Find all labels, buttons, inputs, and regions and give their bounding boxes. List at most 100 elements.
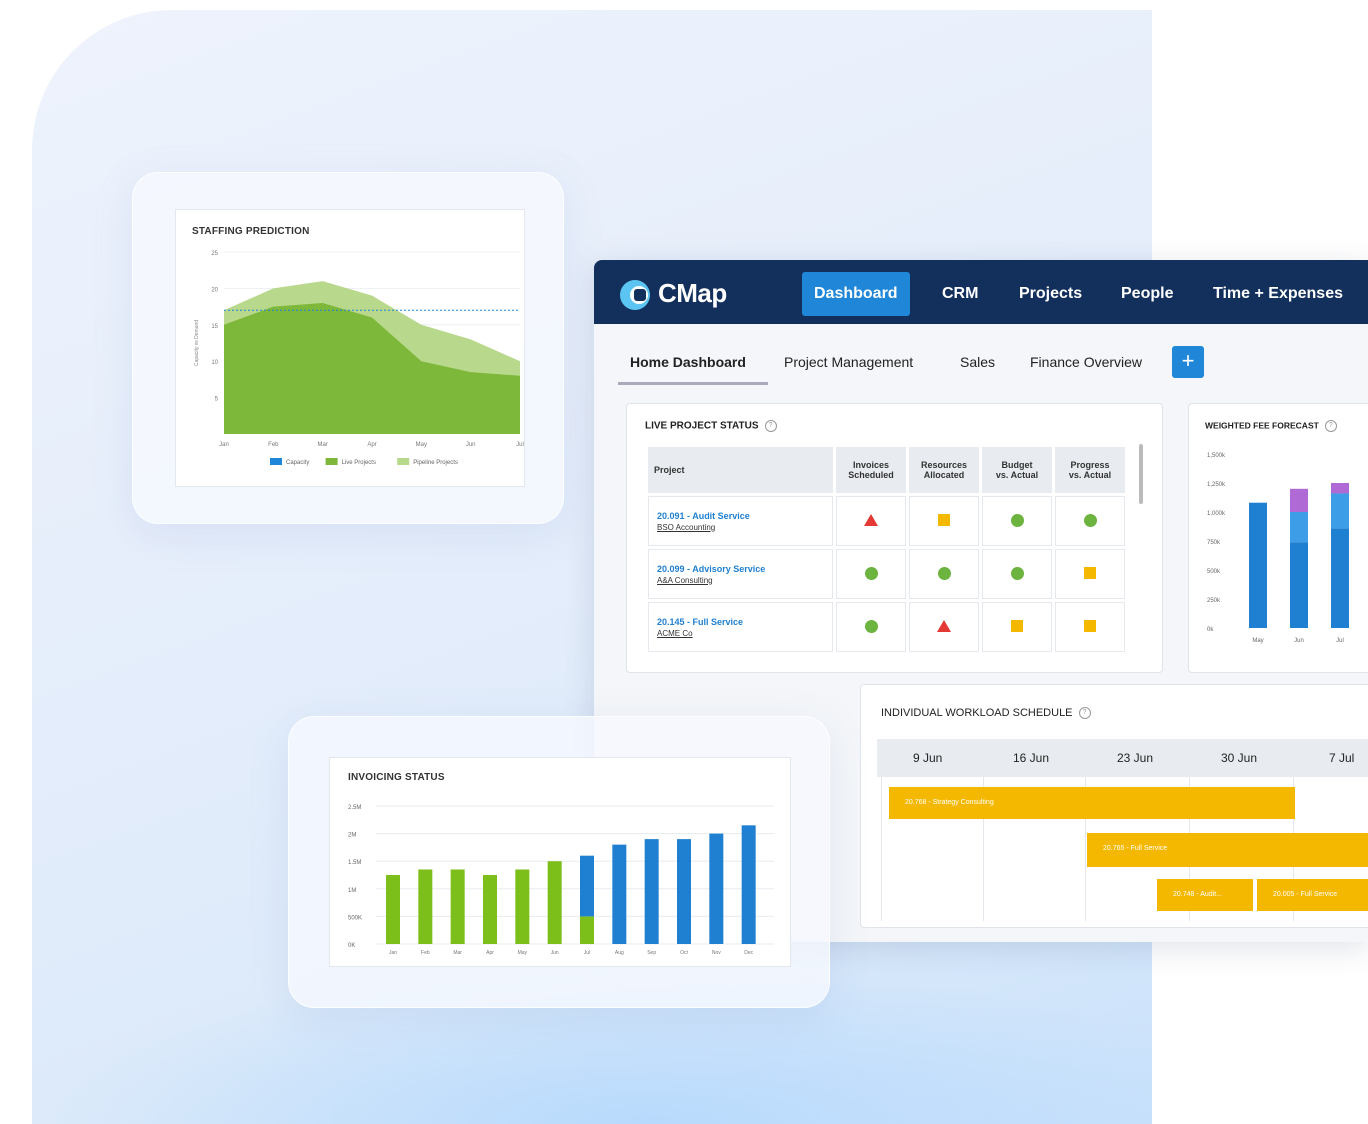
help-icon[interactable]: ? [764,420,777,432]
weighted-fee-forecast-panel: WEIGHTED FEE FORECAST? 1,500k 1,250k 1,000… [1188,403,1368,673]
green-circle-icon [1010,566,1024,580]
week-7-jul: 7 Jul [1329,751,1355,765]
amber-square-icon [1084,567,1096,579]
wff-bar-segment [1290,512,1308,543]
top-navbar: CMap Dashboard CRM Projects People Time … [594,260,1368,324]
staffing-xtick: Mar [317,442,327,448]
wff-ytick: 500k [1207,569,1221,575]
staffing-ytick: 10 [211,360,218,366]
invoicing-xtick: Jun [551,950,559,956]
status-cell [909,602,979,652]
col-budget-vs-actual: Budget vs. Actual [982,447,1052,493]
wff-xtick: Jul [1336,638,1344,644]
wff-ytick: 1,000k [1207,511,1226,517]
legend-swatch [270,458,282,465]
col-budget-line2: vs. Actual [995,470,1039,480]
invoicing-bar-segment [483,875,497,944]
status-cell [1055,549,1125,599]
table-row: 20.091 - Audit Service BSO Accounting [648,496,1125,546]
invoicing-xtick: Sep [647,950,656,956]
wff-bar-segment [1249,502,1267,628]
col-progress-line1: Progress [1070,460,1110,470]
live-project-status-panel: LIVE PROJECT STATUS? Project Invoices Sch… [626,403,1163,673]
workload-title: INDIVIDUAL WORKLOAD SCHEDULE? [881,707,1091,720]
status-cell [982,496,1052,546]
live-status-table: Project Invoices Scheduled Resources Alloc… [645,444,1128,655]
invoicing-ytick: 1M [348,888,356,894]
week-30-jun: 30 Jun [1221,751,1258,765]
add-tab-button[interactable]: + [1172,346,1204,378]
col-invoices-line2: Scheduled [848,470,894,480]
tab-sales[interactable]: Sales [960,354,995,370]
help-icon[interactable]: ? [1078,707,1091,720]
wff-xtick: May [1252,638,1263,644]
workload-schedule-panel: INDIVIDUAL WORKLOAD SCHEDULE? 9 Jun 16 J… [860,684,1368,928]
invoicing-xtick: May [518,950,528,956]
wff-ytick: 1,500k [1207,453,1226,459]
staffing-ytick: 20 [211,287,218,293]
staffing-xtick: Jul [516,442,524,448]
green-circle-icon [864,619,878,633]
invoicing-ytick: 0K [348,943,355,949]
invoicing-xtick: Feb [421,950,430,956]
client-link[interactable]: BSO Accounting [657,523,831,532]
tab-finance-overview[interactable]: Finance Overview [1030,354,1142,370]
invoicing-ytick: 1.5M [348,860,361,866]
week-9-jun: 9 Jun [913,751,943,765]
wff-bar-segment [1290,488,1308,512]
gantt-header: 9 Jun 16 Jun 23 Jun 30 Jun 7 Jul [877,739,1368,777]
tab-project-management[interactable]: Project Management [784,354,913,370]
staffing-ytick: 5 [215,397,219,403]
weighted-fee-chart: 1,500k 1,250k 1,000k 750k 500k 250k 0k May Jun Ju… [1207,453,1349,644]
invoicing-xtick: Dec [744,950,753,956]
invoicing-status-panel: INVOICING STATUS 2.5M 2M 1.5M 1M 500K 0K Jan Fe… [288,716,830,1008]
invoicing-bar-segment [450,869,465,944]
status-cell [982,602,1052,652]
green-circle-icon [937,566,951,580]
invoicing-bar-segment [677,839,691,944]
nav-people[interactable]: People [1109,272,1185,316]
workload-bar[interactable]: 20.765 - Full Service [1087,833,1368,867]
table-scrollbar[interactable] [1139,444,1143,504]
client-link[interactable]: ACME Co [657,629,831,638]
staffing-prediction-card: STAFFING PREDICTION 25 20 15 10 5 Capacity vs… [175,209,525,487]
project-link[interactable]: 20.099 - Advisory Service [657,564,831,574]
week-16-jun: 16 Jun [1013,751,1050,765]
wff-bar-segment [1290,542,1308,628]
red-triangle-icon [937,620,951,632]
cmap-logo-icon [620,279,652,310]
nav-time-expenses[interactable]: Time + Expenses [1201,272,1355,316]
workload-bar[interactable]: 20.768 - Strategy Consulting [889,787,1295,819]
workload-bar[interactable]: 20.748 - Audit... [1157,879,1253,911]
nav-dashboard[interactable]: Dashboard [802,272,910,316]
invoicing-bar-segment [644,839,659,944]
tab-home-dashboard[interactable]: Home Dashboard [630,354,746,370]
wff-ytick: 250k [1207,598,1221,604]
wff-ytick: 750k [1207,540,1221,546]
status-cell [1055,496,1125,546]
amber-square-icon [1084,620,1096,632]
wff-bar-segment [1331,483,1349,494]
live-status-title-text: LIVE PROJECT STATUS [645,420,759,432]
invoicing-xtick: Jan [389,950,397,956]
workload-bar[interactable]: 20.005 - Full Service [1257,879,1368,911]
nav-projects[interactable]: Projects [1007,272,1094,316]
invoicing-xtick: Aug [615,950,624,956]
invoicing-bar-segment [418,869,433,944]
col-resources-allocated: Resources Allocated [909,447,979,493]
staffing-ylabel: Capacity vs Demand [194,320,200,366]
client-link[interactable]: A&A Consulting [657,576,831,585]
staffing-prediction-panel: STAFFING PREDICTION 25 20 15 10 5 Capacity vs… [132,172,564,524]
status-cell [836,602,906,652]
col-progress-vs-actual: Progress vs. Actual [1055,447,1125,493]
legend-label: Capacity [286,460,309,466]
green-circle-icon [864,566,878,580]
nav-crm[interactable]: CRM [930,272,990,316]
gantt-gridline [881,777,882,921]
staffing-xtick: Apr [367,442,376,448]
cmap-logo[interactable]: CMap [620,278,727,310]
col-invoices-scheduled: Invoices Scheduled [836,447,906,493]
project-link[interactable]: 20.091 - Audit Service [657,511,831,521]
status-cell [909,496,979,546]
project-link[interactable]: 20.145 - Full Service [657,617,831,627]
